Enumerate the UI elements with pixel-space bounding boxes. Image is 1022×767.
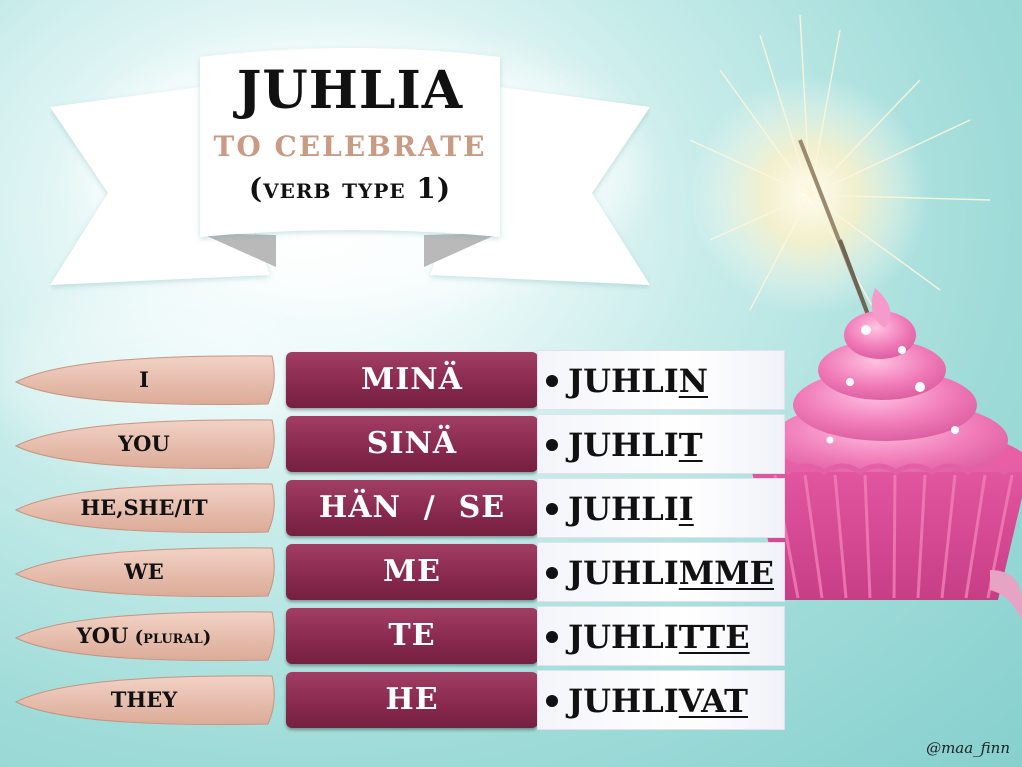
verb-form-box: JUHLIN <box>537 350 785 410</box>
bullet-icon <box>546 695 558 707</box>
conjugation-row: HE,SHE/IT HÄN / SE JUHLII <box>0 478 800 538</box>
english-leaf: YOU (plural) <box>10 608 278 664</box>
english-pronoun: WE <box>124 559 164 584</box>
finnish-pronoun: MINÄ <box>286 352 538 408</box>
conjugation-row: WE ME JUHLIMME <box>0 542 800 602</box>
english-pronoun: I <box>139 367 149 392</box>
english-pronoun: YOU (plural) <box>76 623 212 648</box>
verb-form: JUHLII <box>568 479 694 539</box>
verb-ending: VAT <box>678 682 748 720</box>
finnish-pronoun: HE <box>286 672 538 728</box>
conjugation-row: THEY HE JUHLIVAT <box>0 670 800 730</box>
english-leaf: YOU <box>10 416 278 472</box>
verb-meaning: TO CELEBRATE <box>213 130 487 163</box>
english-leaf: HE,SHE/IT <box>10 480 278 536</box>
conjugation-row: YOU SINÄ JUHLIT <box>0 414 800 474</box>
verb-ending: N <box>678 362 708 400</box>
verb-form-box: JUHLIT <box>537 414 785 474</box>
conjugation-row: I MINÄ JUHLIN <box>0 350 800 410</box>
bullet-icon <box>546 439 558 451</box>
verb-ending: MME <box>678 554 774 592</box>
verb-stem: JUHLI <box>568 362 679 400</box>
author-credit: @maa_finn <box>926 739 1010 757</box>
verb-ending: T <box>678 426 703 464</box>
english-pronoun: YOU <box>118 431 170 456</box>
verb-form: JUHLIT <box>568 415 703 475</box>
verb-form-box: JUHLIMME <box>537 542 785 602</box>
bullet-icon <box>546 503 558 515</box>
verb-stem: JUHLI <box>568 618 679 656</box>
verb-form: JUHLIN <box>568 351 708 411</box>
verb-form-box: JUHLITTE <box>537 606 785 666</box>
english-leaf: I <box>10 352 278 408</box>
verb-form: JUHLITTE <box>568 607 750 667</box>
verb-stem: JUHLI <box>568 682 679 720</box>
finnish-pronoun: TE <box>286 608 538 664</box>
finnish-pronoun: ME <box>286 544 538 600</box>
finnish-pronoun: HÄN / SE <box>286 480 538 536</box>
bullet-icon <box>546 375 558 387</box>
verb-form-box: JUHLIVAT <box>537 670 785 730</box>
finnish-pronoun: SINÄ <box>286 416 538 472</box>
english-leaf: WE <box>10 544 278 600</box>
english-leaf: THEY <box>10 672 278 728</box>
verb-stem: JUHLI <box>568 554 679 592</box>
verb-ending: I <box>678 490 694 528</box>
verb-form-box: JUHLII <box>537 478 785 538</box>
conjugation-row: YOU (plural) TE JUHLITTE <box>0 606 800 666</box>
verb-stem: JUHLI <box>568 426 679 464</box>
verb-type: (verb type 1) <box>248 172 452 205</box>
verb-form: JUHLIMME <box>568 543 774 603</box>
bullet-icon <box>546 567 558 579</box>
english-pronoun: THEY <box>110 687 178 712</box>
verb-title: JUHLIA <box>236 60 464 121</box>
bullet-icon <box>546 631 558 643</box>
verb-ending: TTE <box>678 618 750 656</box>
verb-stem: JUHLI <box>568 490 679 528</box>
english-pronoun: HE,SHE/IT <box>80 495 208 520</box>
verb-form: JUHLIVAT <box>568 671 748 731</box>
